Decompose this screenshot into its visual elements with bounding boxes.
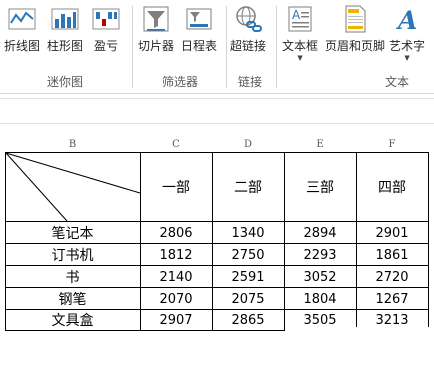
- data-cell[interactable]: 1812: [140, 244, 212, 266]
- column-header-f[interactable]: F: [356, 137, 428, 152]
- grid-line: [5, 265, 429, 266]
- hyperlink-button[interactable]: 超链接: [230, 3, 266, 65]
- header-cell[interactable]: 一部: [140, 152, 212, 222]
- group-label-sparklines: 迷你图: [47, 75, 84, 89]
- column-header-d[interactable]: D: [212, 137, 284, 152]
- header-cell[interactable]: 三部: [284, 152, 356, 222]
- grid-line: [5, 243, 429, 244]
- textbox-button[interactable]: A 文本框 ▼: [282, 3, 318, 65]
- row-label-cell[interactable]: 书: [5, 266, 140, 288]
- hyperlink-icon: [236, 6, 262, 32]
- header-cell[interactable]: 四部: [356, 152, 428, 222]
- wordart-label: 艺术字: [389, 39, 426, 53]
- data-cell[interactable]: 2070: [140, 288, 212, 310]
- sparkline-winloss-icon: [92, 8, 120, 30]
- row-label-cell[interactable]: 钢笔: [5, 288, 140, 310]
- grid-line: [5, 330, 285, 331]
- group-separator: [276, 6, 277, 88]
- data-cell[interactable]: 1861: [356, 244, 428, 266]
- grid-line: [140, 152, 141, 331]
- wordart-button[interactable]: A 艺术字 ▼: [389, 3, 425, 65]
- grid-line: [212, 152, 213, 331]
- header-footer-button[interactable]: 页眉和页脚: [325, 3, 385, 65]
- data-cell[interactable]: 2591: [212, 266, 284, 288]
- grid-line: [5, 221, 429, 222]
- group-separator: [226, 6, 227, 88]
- svg-text:A: A: [292, 8, 301, 22]
- timeline-icon: [186, 8, 212, 30]
- formula-bar[interactable]: [0, 98, 434, 124]
- sparkline-column-button[interactable]: 柱形图: [47, 3, 83, 65]
- group-label-links: 链接: [238, 75, 263, 89]
- hyperlink-label: 超链接: [230, 39, 267, 53]
- row-label-cell[interactable]: 订书机: [5, 244, 140, 266]
- sparkline-line-label: 折线图: [4, 39, 41, 53]
- slicer-button[interactable]: 切片器: [138, 3, 174, 65]
- data-cell[interactable]: 3213: [356, 310, 428, 330]
- data-cell[interactable]: 2901: [356, 222, 428, 244]
- ribbon: 折线图 柱形图 盈亏 迷你图 切片器 日程表 筛选器 超链接 链接 A 文本框 …: [0, 0, 434, 94]
- column-header-b[interactable]: B: [5, 137, 140, 152]
- timeline-label: 日程表: [181, 39, 218, 53]
- data-cell[interactable]: 2140: [140, 266, 212, 288]
- data-cell[interactable]: 2293: [284, 244, 356, 266]
- group-separator: [132, 6, 133, 88]
- diagonal-header-cell[interactable]: [5, 152, 141, 222]
- timeline-button[interactable]: 日程表: [181, 3, 217, 65]
- data-cell[interactable]: 2750: [212, 244, 284, 266]
- header-cell[interactable]: 二部: [212, 152, 284, 222]
- grid-line: [428, 152, 429, 327]
- data-cell[interactable]: 1340: [212, 222, 284, 244]
- data-cell[interactable]: 2075: [212, 288, 284, 310]
- group-label-filters: 筛选器: [162, 75, 199, 89]
- data-cell[interactable]: 2865: [212, 310, 284, 330]
- data-cell[interactable]: 2806: [140, 222, 212, 244]
- header-footer-icon: [345, 5, 366, 33]
- data-cell[interactable]: 3505: [284, 310, 356, 330]
- grid-line: [5, 152, 6, 331]
- data-cell[interactable]: 1267: [356, 288, 428, 310]
- textbox-label: 文本框: [282, 39, 319, 53]
- textbox-icon: A: [288, 6, 312, 32]
- group-label-text: 文本: [385, 75, 410, 89]
- wordart-icon: A: [396, 6, 417, 35]
- sparkline-line-icon: [8, 8, 36, 30]
- grid-line: [5, 309, 429, 310]
- data-cell[interactable]: 1804: [284, 288, 356, 310]
- slicer-label: 切片器: [138, 39, 175, 53]
- column-header-e[interactable]: E: [284, 137, 356, 152]
- sparkline-column-label: 柱形图: [47, 39, 84, 53]
- sparkline-line-button[interactable]: 折线图: [4, 3, 40, 65]
- header-footer-label: 页眉和页脚: [325, 39, 386, 53]
- data-cell[interactable]: 2907: [140, 310, 212, 330]
- grid-line: [284, 152, 285, 331]
- sparkline-winloss-label: 盈亏: [93, 39, 118, 53]
- row-label-cell[interactable]: 笔记本: [5, 222, 140, 244]
- grid-line: [5, 152, 429, 153]
- data-cell[interactable]: 3052: [284, 266, 356, 288]
- chevron-down-icon: ▼: [297, 54, 303, 62]
- chevron-down-icon: ▼: [404, 54, 410, 62]
- column-header-c[interactable]: C: [140, 137, 212, 152]
- sparkline-column-icon: [51, 8, 79, 30]
- svg-text:A: A: [396, 6, 417, 35]
- grid-line: [5, 287, 429, 288]
- grid-line: [356, 152, 357, 327]
- sparkline-winloss-button[interactable]: 盈亏: [90, 3, 122, 65]
- data-cell[interactable]: 2720: [356, 266, 428, 288]
- slicer-icon: [143, 6, 169, 32]
- row-label-cell[interactable]: 文具盒: [5, 310, 140, 330]
- data-cell[interactable]: 2894: [284, 222, 356, 244]
